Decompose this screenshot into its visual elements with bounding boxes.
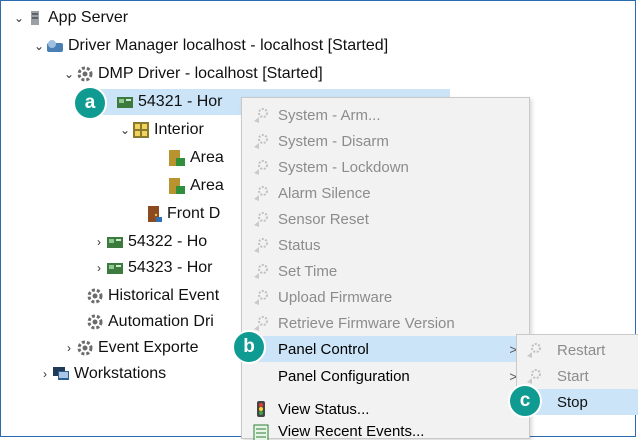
tree-label: Historical Event: [108, 287, 220, 304]
tree-label: Event Exporte: [98, 339, 199, 356]
tree-label: Automation Dri: [108, 313, 214, 330]
chevron-down-icon[interactable]: ⌄: [118, 123, 132, 137]
menu-item-system-arm[interactable]: System - Arm...: [242, 102, 529, 128]
menu-item-panel-control[interactable]: Panel Control >: [242, 336, 529, 362]
submenu-item-restart[interactable]: Restart: [517, 337, 638, 363]
server-icon: [26, 9, 44, 27]
area-icon: [168, 177, 186, 195]
menu-item-view-recent-events[interactable]: View Recent Events...: [242, 422, 529, 440]
area-icon: [168, 149, 186, 167]
menu-item-view-status[interactable]: View Status...: [242, 396, 529, 422]
tree-label: Front D: [167, 205, 221, 222]
gear-icon: [86, 313, 104, 331]
chevron-right-icon[interactable]: ›: [38, 367, 52, 381]
menu-item-status[interactable]: Status: [242, 232, 529, 258]
tree-label: Area: [190, 149, 224, 166]
command-icon: [525, 341, 543, 359]
tree-label: 54322 - Ho: [128, 233, 208, 250]
context-menu: System - Arm... System - Disarm System -…: [241, 97, 530, 440]
tree-label: Interior: [154, 121, 204, 138]
tree-label: App Server: [48, 9, 129, 26]
tree-label: 54321 - Hor: [138, 93, 223, 110]
driver-manager-icon: [46, 37, 64, 55]
chevron-right-icon[interactable]: ›: [92, 235, 106, 249]
gear-icon: [76, 65, 94, 83]
tree-item-dmp-driver[interactable]: ⌄ DMP Driver - localhost [Started]: [62, 61, 323, 87]
menu-item-system-lockdown[interactable]: System - Lockdown: [242, 154, 529, 180]
traffic-light-icon: [252, 400, 270, 418]
panel-board-icon: [116, 93, 134, 111]
panel-board-icon: [106, 233, 124, 251]
tree-label: Driver Manager localhost - localhost [St…: [68, 37, 389, 54]
event-list-icon: [252, 424, 270, 440]
tree-item-automation-driver[interactable]: Automation Dri: [86, 309, 214, 335]
chevron-down-icon[interactable]: ⌄: [62, 67, 76, 81]
tree-label: Workstations: [74, 365, 167, 382]
callout-badge-b: b: [232, 330, 266, 364]
zone-group-icon: [132, 121, 150, 139]
tree-item-event-exporter[interactable]: › Event Exporte: [62, 335, 199, 361]
command-icon: [525, 367, 543, 385]
command-icon: [252, 236, 270, 254]
tree-item-app-server[interactable]: ⌄ App Server: [12, 5, 128, 31]
tree-item-panel-54323[interactable]: › 54323 - Hor: [92, 255, 213, 281]
gear-icon: [86, 287, 104, 305]
menu-item-set-time[interactable]: Set Time: [242, 258, 529, 284]
chevron-down-icon[interactable]: ⌄: [12, 11, 26, 25]
command-icon: [252, 288, 270, 306]
tree-item-area-2[interactable]: Area: [168, 173, 224, 199]
command-icon: [252, 262, 270, 280]
command-icon: [252, 106, 270, 124]
tree-item-driver-manager[interactable]: ⌄ Driver Manager localhost - localhost […: [32, 33, 388, 59]
tree-item-front-door[interactable]: Front D: [145, 201, 220, 227]
chevron-right-icon[interactable]: ›: [92, 261, 106, 275]
command-icon: [252, 210, 270, 228]
workstation-icon: [52, 365, 70, 383]
command-icon: [252, 314, 270, 332]
command-icon: [252, 184, 270, 202]
command-icon: [252, 158, 270, 176]
tree-label: Area: [190, 177, 224, 194]
chevron-right-icon[interactable]: ›: [62, 341, 76, 355]
tree-item-workstations[interactable]: › Workstations: [38, 361, 166, 387]
panel-board-icon: [106, 259, 124, 277]
menu-item-system-disarm[interactable]: System - Disarm: [242, 128, 529, 154]
menu-item-alarm-silence[interactable]: Alarm Silence: [242, 180, 529, 206]
door-icon: [145, 205, 163, 223]
callout-badge-a: a: [73, 86, 107, 120]
menu-item-upload-firmware[interactable]: Upload Firmware: [242, 284, 529, 310]
command-icon: [252, 132, 270, 150]
tree-label: DMP Driver - localhost [Started]: [98, 65, 323, 82]
menu-item-panel-configuration[interactable]: Panel Configuration >: [242, 363, 529, 389]
tree-item-panel-54322[interactable]: › 54322 - Ho: [92, 229, 207, 255]
menu-item-sensor-reset[interactable]: Sensor Reset: [242, 206, 529, 232]
tree-label: 54323 - Hor: [128, 259, 213, 276]
tree-item-historical-events[interactable]: Historical Event: [86, 283, 219, 309]
callout-badge-c: c: [508, 384, 542, 418]
menu-item-retrieve-firmware-version[interactable]: Retrieve Firmware Version: [242, 310, 529, 336]
submenu-item-start[interactable]: Start: [517, 363, 638, 389]
tree-item-area-1[interactable]: Area: [168, 145, 224, 171]
gear-icon: [76, 339, 94, 357]
tree-item-interior[interactable]: ⌄ Interior: [118, 117, 204, 143]
chevron-down-icon[interactable]: ⌄: [32, 39, 46, 53]
